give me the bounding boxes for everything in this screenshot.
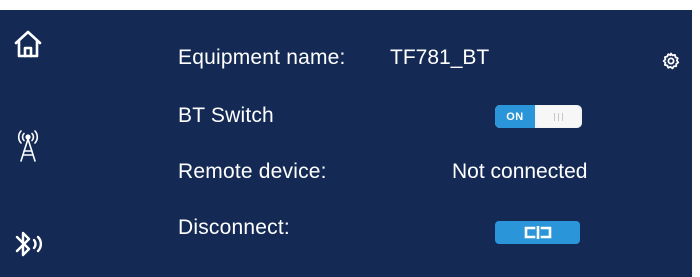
- bt-switch-toggle[interactable]: ON: [495, 105, 582, 128]
- home-icon[interactable]: [8, 24, 48, 64]
- unlink-icon: [523, 226, 553, 239]
- gear-icon[interactable]: [660, 50, 682, 72]
- disconnect-label: Disconnect:: [178, 216, 290, 239]
- bt-switch-label: BT Switch: [178, 104, 274, 127]
- bluetooth-icon[interactable]: [8, 226, 48, 262]
- toggle-knob[interactable]: [536, 106, 580, 127]
- antenna-icon[interactable]: [10, 126, 46, 166]
- toggle-on-label: ON: [495, 105, 535, 128]
- disconnect-button[interactable]: [495, 221, 580, 244]
- remote-device-label: Remote device:: [178, 160, 327, 183]
- remote-device-status: Not connected: [452, 160, 588, 183]
- equipment-name-label: Equipment name:: [178, 46, 346, 69]
- equipment-name-value: TF781_BT: [390, 46, 490, 69]
- bluetooth-settings-screen: Equipment name: TF781_BT BT Switch ON Re…: [0, 10, 692, 277]
